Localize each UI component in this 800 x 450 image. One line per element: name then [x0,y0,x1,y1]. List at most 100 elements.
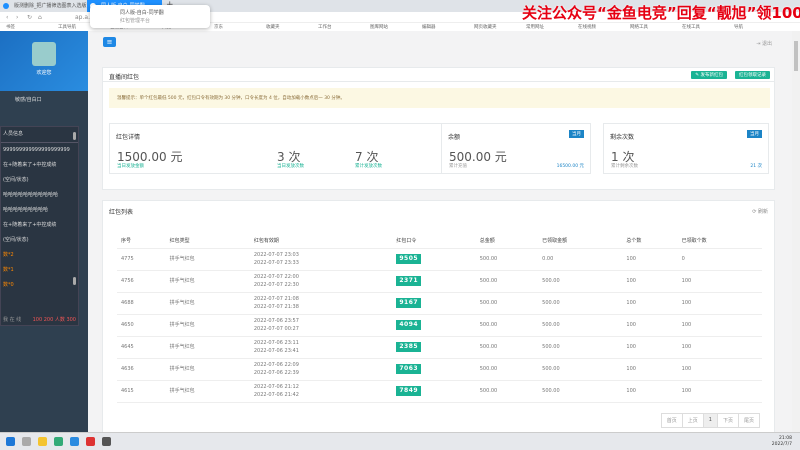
row-validity: 2022-07-06 22:09 2022-07-06 22:39 [249,358,393,381]
bookmark-item[interactable]: 工作台 [318,24,332,30]
sidebar-item-menu[interactable]: 敏感/自白口 [0,91,88,116]
daily-amount-label: 当日发放金额 [117,164,144,169]
folder-icon[interactable] [38,437,47,446]
bookmark-item[interactable]: 在线工具 [682,24,700,30]
row-type: 拼手气红包 [165,292,250,315]
redpacket-code: 7849 [396,386,422,396]
row-value: 0 [677,248,762,271]
bookmark-item[interactable]: 图库网站 [370,24,388,30]
valid-end: 2022-07-06 21:42 [253,392,299,398]
avatar [32,42,56,66]
app-icon[interactable] [86,437,95,446]
chat-message: 数*2 [3,252,14,258]
taskbar: 21:08 2022/7/7 [0,432,800,450]
card-title: 余额 [448,134,461,141]
row-value: 500.00 [538,336,623,359]
refresh-label: 刷新 [757,209,768,215]
menu-toggle-button[interactable]: ≡ [103,37,116,47]
page-link[interactable]: 首页 [662,414,682,427]
row-validity: 2022-07-06 21:12 2022-07-06 21:42 [249,380,393,403]
refresh-button[interactable]: ⟳ 刷新 [752,208,768,215]
home-icon[interactable]: ⌂ [38,14,42,21]
start-icon[interactable] [6,437,15,446]
bookmark-item[interactable]: 网页收藏夹 [474,24,497,30]
app-icon[interactable] [54,437,63,446]
row-value: 500.00 [475,358,539,381]
reload-icon[interactable]: ↻ [27,14,32,21]
page-link[interactable]: 尾页 [737,414,759,427]
column-header[interactable]: 已领取个数 [677,233,762,249]
scrollbar[interactable] [73,132,76,140]
page-link[interactable]: 下页 [716,414,738,427]
panel-header: 红包列表 ⟳ 刷新 [103,201,774,216]
column-header[interactable]: 红包类型 [165,233,250,249]
chat-message: (空间/状态) [3,237,29,243]
row-id: 4688 [117,292,166,315]
remaining-total: 21 次 [750,164,762,169]
bookmark-item[interactable]: 导航 [734,24,743,30]
redpacket-record-button[interactable]: 红包领取记录 [735,71,770,79]
send-redpacket-button[interactable]: ✎ 发布新红包 [691,71,727,79]
bookmark-item[interactable]: 常用网址 [526,24,544,30]
row-type: 拼手气红包 [165,358,250,381]
redpacket-table: 序号 红包类型 红包有效期 红包口令 总金额 已领取金额 总个数 已领取个数 4775 拼手气红… [117,233,762,403]
bookmark-item[interactable]: 京东 [214,24,223,30]
valid-start: 2022-07-06 21:12 [253,384,299,390]
scrollbar[interactable] [73,277,76,285]
page-link[interactable]: 1 [702,414,717,427]
column-header[interactable]: 红包口令 [392,233,476,249]
month-badge: 当月 [747,130,762,138]
row-code-cell: 4094 [392,314,476,337]
live-redpacket-panel: 直播间红包 ✎ 发布新红包 红包领取记录 温馨提示：单个红包最低 500 元，红… [102,67,775,190]
logout-button[interactable]: ⇥ 退出 [756,40,772,47]
column-header[interactable]: 已领取金额 [538,233,623,249]
row-value: 100 [622,270,678,293]
bookmark-item[interactable]: 收藏夹 [266,24,280,30]
redpacket-code: 9505 [396,254,422,264]
scrollbar-thumb[interactable] [794,41,798,71]
welcome-text: 欢迎您 [36,70,52,76]
app-icon[interactable] [102,437,111,446]
total-count-label: 累计发放次数 [355,164,382,169]
bookmark-item[interactable]: 编辑器 [422,24,436,30]
clock[interactable]: 21:08 2022/7/7 [772,436,792,448]
page-link[interactable]: 上页 [681,414,703,427]
chat-message: (空间/状态) [3,177,29,183]
forward-icon[interactable]: › [16,14,18,21]
valid-start: 2022-07-07 23:03 [253,252,299,258]
balance-label: 累计充值 [449,164,467,169]
search-icon[interactable] [22,437,31,446]
browser-tab[interactable]: 版测删除_把广播筛选图表入选版面 [0,0,92,12]
row-type: 拼手气红包 [165,314,250,337]
main-content: ≡ ⇥ 退出 直播间红包 ✎ 发布新红包 红包领取记录 温馨提示：单个红包最低 … [88,31,792,436]
column-header[interactable]: 红包有效期 [249,233,393,249]
bookmark-item[interactable]: 书签 [6,24,15,30]
row-id: 4650 [117,314,166,337]
valid-start: 2022-07-07 21:08 [253,296,299,302]
column-header[interactable]: 总金额 [475,233,539,249]
back-icon[interactable]: ‹ [6,14,8,21]
column-header[interactable]: 总个数 [622,233,678,249]
row-value: 500.00 [475,380,539,403]
panel-header: 直播间红包 ✎ 发布新红包 红包领取记录 [103,68,774,82]
chat-message: 999999999999999999999 [3,147,70,153]
row-value: 0.00 [538,248,623,271]
row-value: 100 [677,314,762,337]
card-title: 剩余次数 [610,134,635,141]
sidebar-header: 欢迎您 [0,31,88,91]
browser-icon[interactable] [70,437,79,446]
row-value: 100 [677,380,762,403]
page-scrollbar[interactable] [792,31,800,432]
redpacket-list-panel: 红包列表 ⟳ 刷新 序号 红包类型 红包有效期 红包口令 总金额 已领取金额 总个数 已领取个… [102,200,775,436]
bookmark-item[interactable]: 工具导航 [58,24,76,30]
row-value: 500.00 [538,380,623,403]
tab-label: 版测删除_把广播筛选图表入选版面 [14,3,92,9]
valid-start: 2022-07-07 22:00 [253,274,299,280]
bookmark-item[interactable]: 在线视频 [578,24,596,30]
bookmark-item[interactable]: 网络工具 [630,24,648,30]
row-value: 500.00 [475,248,539,271]
row-value: 100 [677,292,762,315]
column-header[interactable]: 序号 [117,233,166,249]
row-code-cell: 7849 [392,380,476,403]
table-row: 4688 拼手气红包 2022-07-07 21:08 2022-07-07 21:3… [117,292,762,315]
